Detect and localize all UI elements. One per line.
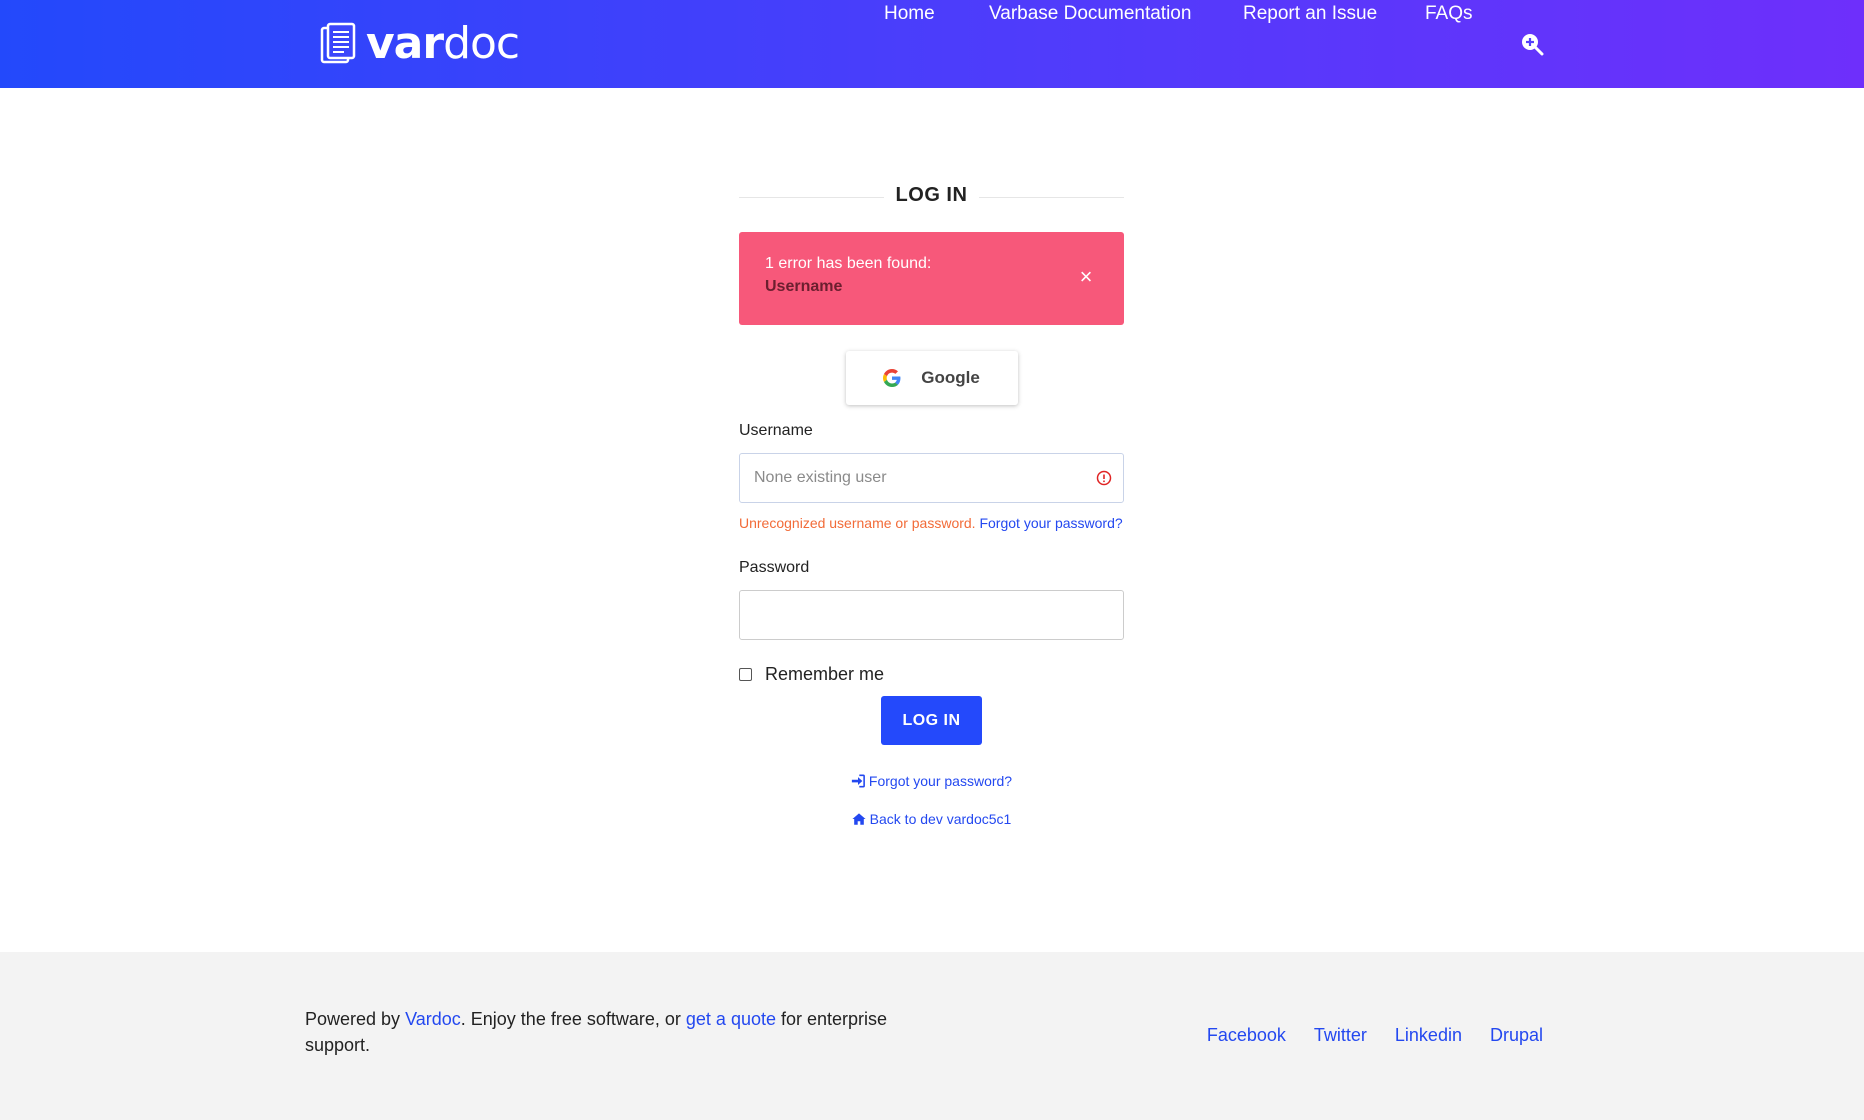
footer-link-twitter[interactable]: Twitter xyxy=(1314,1025,1367,1046)
error-alert: 1 error has been found: Username × xyxy=(739,232,1124,325)
login-form: LOG IN 1 error has been found: Username … xyxy=(739,180,1124,829)
footer-vardoc-link[interactable]: Vardoc xyxy=(405,1009,461,1029)
forgot-password-inline-link[interactable]: Forgot your password? xyxy=(979,515,1122,531)
footer-powered-by: Powered by Vardoc. Enjoy the free softwa… xyxy=(305,1006,945,1058)
logo-wordmark: vardoc xyxy=(366,22,520,66)
logo-text-bold: var xyxy=(366,18,444,69)
document-stack-icon xyxy=(320,22,356,64)
password-field-wrapper xyxy=(739,590,1124,640)
footer-link-drupal[interactable]: Drupal xyxy=(1490,1025,1543,1046)
google-login-button[interactable]: Google xyxy=(845,351,1018,405)
sign-in-icon xyxy=(851,774,865,788)
forgot-password-link-label: Forgot your password? xyxy=(868,773,1013,789)
remember-me-label: Remember me xyxy=(765,663,885,684)
footer-quote-link[interactable]: get a quote xyxy=(686,1009,776,1029)
alert-field-name: Username xyxy=(765,278,843,295)
login-submit-button[interactable]: LOG IN xyxy=(881,696,982,745)
google-button-label: Google xyxy=(921,368,980,387)
footer-text-prefix: Powered by xyxy=(305,1009,401,1029)
nav-report-issue[interactable]: Report an Issue xyxy=(1243,0,1377,28)
password-input[interactable] xyxy=(739,590,1124,640)
footer-link-facebook[interactable]: Facebook xyxy=(1207,1025,1286,1046)
site-logo[interactable]: vardoc xyxy=(320,22,520,66)
footer-social-links: Facebook Twitter Linkedin Drupal xyxy=(1207,1025,1543,1046)
page-title: LOG IN xyxy=(883,183,980,207)
forgot-password-link[interactable]: Forgot your password? xyxy=(739,771,1124,791)
footer-link-linkedin[interactable]: Linkedin xyxy=(1395,1025,1462,1046)
site-footer: Powered by Vardoc. Enjoy the free softwa… xyxy=(0,952,1864,1120)
back-home-link[interactable]: Back to dev vardoc5c1 xyxy=(739,809,1124,829)
username-field-wrapper xyxy=(739,453,1124,503)
footer-text-middle: . Enjoy the free software, or xyxy=(460,1009,681,1029)
nav-varbase-documentation[interactable]: Varbase Documentation xyxy=(989,0,1191,28)
nav-faqs[interactable]: FAQs xyxy=(1425,0,1473,28)
search-plus-icon[interactable] xyxy=(1520,32,1544,56)
close-icon[interactable]: × xyxy=(1076,266,1096,288)
remember-me-row: Remember me xyxy=(739,662,1124,686)
logo-text-light: doc xyxy=(443,18,520,69)
google-icon xyxy=(883,369,901,387)
error-exclamation-icon xyxy=(1096,470,1112,486)
home-icon xyxy=(852,813,866,825)
login-title-row: LOG IN xyxy=(739,180,1124,210)
username-label: Username xyxy=(739,422,813,439)
username-input[interactable] xyxy=(739,453,1124,503)
back-home-link-label: Back to dev vardoc5c1 xyxy=(869,811,1012,827)
nav-home[interactable]: Home xyxy=(884,0,935,28)
username-error-text: Unrecognized username or password. xyxy=(739,515,976,531)
password-label: Password xyxy=(739,559,810,576)
site-header: vardoc Home Varbase Documentation Report… xyxy=(0,0,1864,88)
remember-me-checkbox[interactable] xyxy=(739,667,752,681)
alert-message: 1 error has been found: xyxy=(765,255,932,272)
username-error: Unrecognized username or password. Forgo… xyxy=(739,513,1124,534)
